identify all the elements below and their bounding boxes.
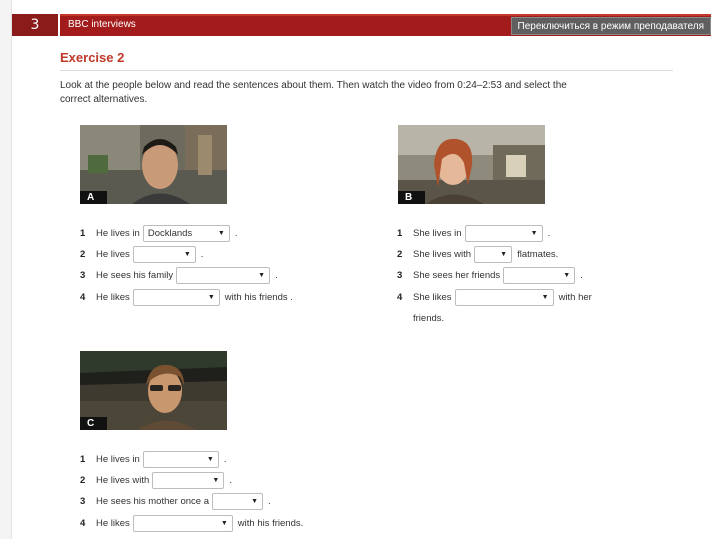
question-row: 4 He likes ▼ with his friends.	[80, 514, 303, 532]
question-number: 4	[80, 291, 86, 303]
question-text-after: with his friends.	[237, 517, 304, 529]
chevron-down-icon: ▼	[251, 497, 259, 505]
photo-label-b: B	[398, 191, 425, 204]
question-text-after: flatmates.	[517, 248, 559, 260]
header-bar: BBC interviews Переключиться в режим пре…	[60, 14, 711, 36]
question-number: 3	[80, 495, 86, 507]
answer-dropdown[interactable]: ▼	[132, 288, 220, 306]
question-number: 1	[80, 453, 86, 465]
question-number: 3	[80, 269, 86, 281]
photo-person-a: A	[80, 125, 227, 204]
unit-number: 3	[12, 14, 58, 36]
left-rail	[0, 0, 12, 539]
answer-dropdown[interactable]: ▼	[142, 450, 219, 468]
chevron-down-icon: ▼	[217, 229, 225, 237]
question-text: She lives in	[413, 227, 462, 239]
question-row: 1 He lives in ▼ .	[80, 450, 226, 468]
divider	[60, 70, 673, 71]
question-number: 3	[397, 269, 403, 281]
question-text-after: .	[234, 227, 238, 239]
question-row: 1 She lives in ▼ .	[397, 224, 550, 242]
answer-dropdown[interactable]: ▼	[503, 266, 576, 284]
question-text: He lives in	[96, 227, 140, 239]
photo-label-a: A	[80, 191, 107, 204]
question-number: 2	[397, 248, 403, 260]
answer-dropdown[interactable]: ▼	[152, 471, 225, 489]
answer-dropdown[interactable]: Docklands ▼	[142, 224, 230, 242]
photo-person-b: B	[398, 125, 545, 204]
question-number: 4	[80, 517, 86, 529]
question-text-after: .	[547, 227, 551, 239]
instructions: Look at the people below and read the se…	[60, 80, 567, 105]
question-text: He likes	[96, 517, 130, 529]
photo-label-c: C	[80, 417, 107, 430]
chevron-down-icon: ▼	[258, 271, 266, 279]
question-text-after: .	[229, 474, 232, 486]
question-row: 2 She lives with ▼ flatmates.	[397, 245, 558, 263]
question-row: 1 He lives in Docklands ▼ .	[80, 224, 237, 242]
answer-dropdown[interactable]: ▼	[464, 224, 543, 242]
chevron-down-icon: ▼	[530, 229, 538, 237]
answer-dropdown[interactable]: ▼	[132, 245, 196, 263]
photo-person-c: C	[80, 351, 227, 430]
question-text: He likes	[96, 291, 130, 303]
question-text: She lives with	[413, 248, 472, 260]
exercise-title: Exercise 2	[60, 50, 125, 65]
question-number: 4	[397, 291, 403, 303]
question-text-after: .	[580, 269, 583, 281]
question-row: 3 He sees his mother once a ▼ .	[80, 492, 271, 510]
question-row: 4 He likes ▼ with his friends .	[80, 288, 293, 306]
question-text: He lives	[96, 248, 130, 260]
question-row: 4 She likes ▼ with her	[397, 288, 592, 306]
question-text-after: .	[268, 495, 271, 507]
question-text-after: .	[275, 269, 278, 281]
chevron-down-icon: ▼	[220, 519, 228, 527]
chevron-down-icon: ▼	[563, 271, 571, 279]
question-text: She likes	[413, 291, 452, 303]
answer-dropdown[interactable]: ▼	[132, 514, 233, 532]
chevron-down-icon: ▼	[541, 293, 549, 301]
chevron-down-icon: ▼	[212, 476, 220, 484]
header-title: BBC interviews	[68, 19, 136, 30]
answer-dropdown[interactable]: ▼	[176, 266, 271, 284]
chevron-down-icon: ▼	[183, 250, 191, 258]
question-text-continued: friends.	[413, 313, 445, 324]
question-row: 3 He sees his family ▼ .	[80, 266, 278, 284]
question-text: He sees his mother once a	[96, 495, 210, 507]
answer-dropdown[interactable]: ▼	[474, 245, 513, 263]
question-text-after: with her	[558, 291, 592, 303]
question-number: 1	[80, 227, 86, 239]
question-row: 2 He lives with ▼ .	[80, 471, 232, 489]
question-number: 2	[80, 248, 86, 260]
question-text-after: .	[200, 248, 204, 260]
teacher-mode-button[interactable]: Переключиться в режим преподавателя	[510, 17, 711, 35]
question-row: 3 She sees her friends ▼ .	[397, 266, 583, 284]
question-number: 1	[397, 227, 403, 239]
question-text: He lives in	[96, 453, 140, 465]
chevron-down-icon: ▼	[500, 250, 508, 258]
question-text: He sees his family	[96, 269, 174, 281]
question-text: She sees her friends	[413, 269, 501, 281]
question-text: He lives with	[96, 474, 150, 486]
answer-dropdown[interactable]: ▼	[454, 288, 554, 306]
chevron-down-icon: ▼	[207, 293, 215, 301]
question-row: 2 He lives ▼ .	[80, 245, 203, 263]
answer-dropdown[interactable]: ▼	[212, 492, 264, 510]
question-text-after: with his friends .	[224, 291, 293, 303]
question-text-after: .	[223, 453, 227, 465]
chevron-down-icon: ▼	[206, 455, 214, 463]
question-number: 2	[80, 474, 86, 486]
dropdown-value: Docklands	[147, 227, 193, 239]
